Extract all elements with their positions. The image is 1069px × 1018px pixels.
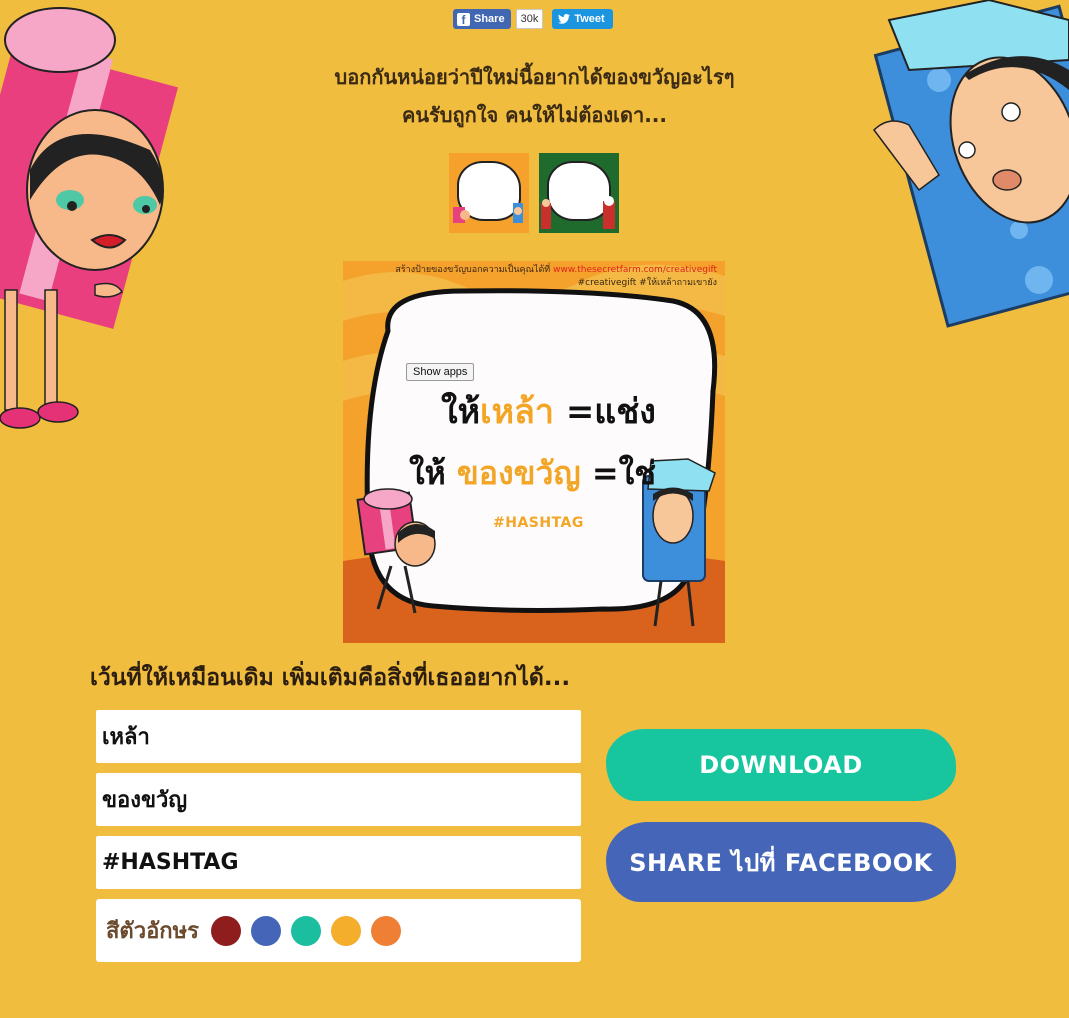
download-button[interactable]: DOWNLOAD bbox=[606, 729, 956, 801]
show-apps-button[interactable]: Show apps bbox=[406, 363, 475, 381]
template-thumbnail-orange[interactable] bbox=[449, 153, 529, 233]
preview-line-2-suffix: =ใช่ bbox=[580, 454, 656, 492]
preview-line-2: ให้ ของขวัญ =ใช่ bbox=[409, 448, 656, 499]
preview-header: สร้างป้ายของขวัญบอกความเป็นคุณได้ที่ www… bbox=[395, 264, 717, 290]
hashtag-input[interactable]: #HASHTAG bbox=[96, 836, 581, 889]
social-bar: f Share 30k Tweet bbox=[453, 9, 613, 29]
preview-line-2-prefix: ให้ bbox=[409, 454, 457, 492]
form-subheading: เว้นที่ให้เหมือนเดิม เพิ่มเติมคือสิ่งที่… bbox=[90, 665, 571, 691]
tweet-label: Tweet bbox=[574, 13, 605, 25]
facebook-share-button[interactable]: f Share bbox=[453, 9, 511, 29]
preview-header-url: www.thesecretfarm.com/creativegift bbox=[553, 265, 717, 275]
twitter-icon bbox=[558, 14, 571, 24]
gift-tag-preview: สร้างป้ายของขวัญบอกความเป็นคุณได้ที่ www… bbox=[343, 261, 725, 643]
color-swatch-teal[interactable] bbox=[290, 915, 321, 946]
gift-word-1-input[interactable]: เหล้า bbox=[96, 710, 581, 763]
template-thumbnail-green[interactable] bbox=[539, 153, 619, 233]
headline-line-1: บอกกันหน่อยว่าปีใหม่นี้อยากได้ของขวัญอะไ… bbox=[334, 65, 735, 89]
share-count: 30k bbox=[515, 9, 544, 29]
template-picker bbox=[449, 153, 619, 233]
color-swatch-orange[interactable] bbox=[370, 915, 401, 946]
color-swatch-yellow[interactable] bbox=[330, 915, 361, 946]
preview-header-text: สร้างป้ายของขวัญบอกความเป็นคุณได้ที่ bbox=[395, 265, 551, 275]
gift-boy-character bbox=[873, 0, 1069, 328]
text-color-picker: สีตัวอักษร bbox=[96, 899, 581, 962]
text-color-label: สีตัวอักษร bbox=[106, 919, 199, 944]
preview-line-1-word: เหล้า bbox=[480, 392, 554, 432]
tweet-button[interactable]: Tweet bbox=[552, 9, 613, 29]
headline-line-2: คนรับถูกใจ คนให้ไม่ต้องเดา... bbox=[401, 103, 667, 127]
share-facebook-button[interactable]: SHARE ไปที่ FACEBOOK bbox=[606, 822, 956, 902]
gift-word-2-input[interactable]: ของขวัญ bbox=[96, 773, 581, 826]
preview-line-2-word: ของขวัญ bbox=[456, 454, 581, 492]
preview-line-1-prefix: ให้ bbox=[441, 392, 481, 432]
color-swatch-dark-red[interactable] bbox=[210, 915, 241, 946]
preview-header-tags: #creativegift #ให้เหล้าถามเขายัง bbox=[577, 278, 717, 288]
template-santa-icon bbox=[541, 196, 615, 229]
page-headline: บอกกันหน่อยว่าปีใหม่นี้อยากได้ของขวัญอะไ… bbox=[0, 58, 1069, 134]
color-swatch-blue[interactable] bbox=[250, 915, 281, 946]
preview-hashtag: #HASHTAG bbox=[493, 515, 584, 531]
facebook-share-label: Share bbox=[474, 13, 505, 25]
facebook-icon: f bbox=[457, 12, 470, 26]
preview-line-1: ให้เหล้า =แช่ง bbox=[441, 384, 656, 438]
template-characters-icon bbox=[453, 203, 523, 223]
preview-line-1-suffix: =แช่ง bbox=[553, 392, 656, 432]
